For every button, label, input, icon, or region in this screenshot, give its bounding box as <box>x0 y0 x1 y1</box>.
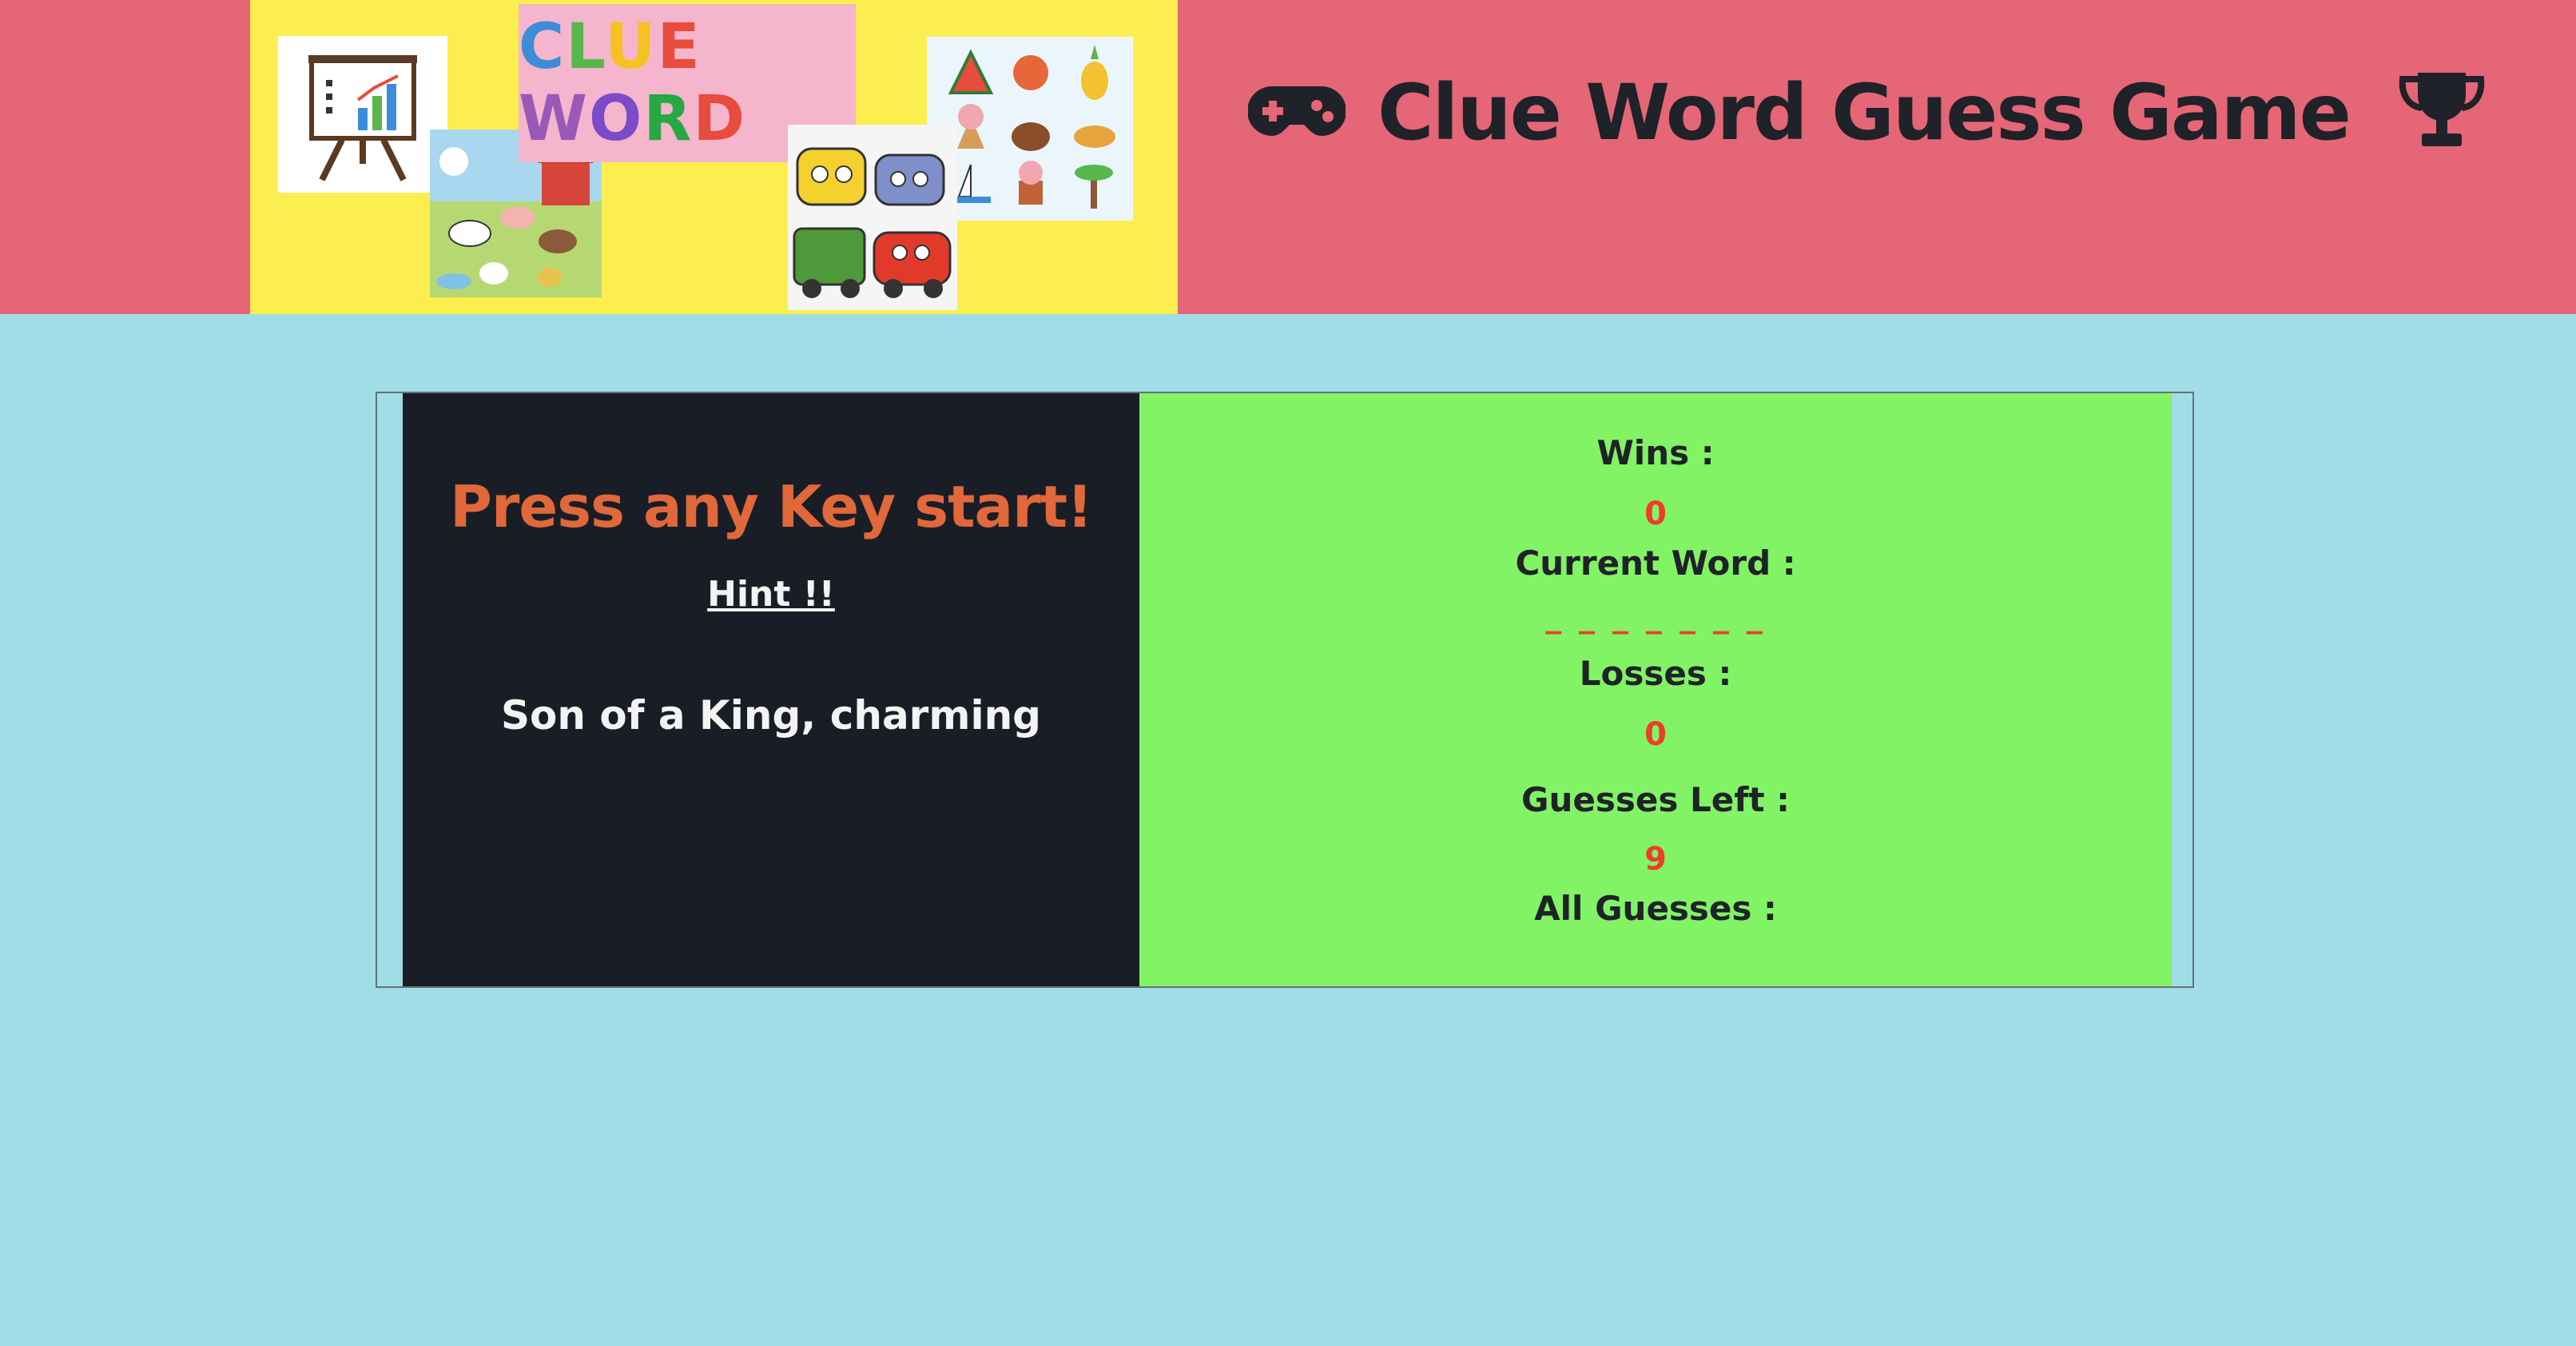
header: CLUE WORD Clue Word Guess Game <box>0 0 2576 314</box>
logo-letter: U <box>605 11 658 83</box>
wins-label: Wins : <box>1596 433 1715 472</box>
food-items-image <box>927 37 1133 221</box>
losses-label: Losses : <box>1579 654 1732 693</box>
logo-letter: D <box>693 83 747 155</box>
all-guesses-label: All Guesses : <box>1534 889 1777 928</box>
hint-text: Son of a King, charming <box>501 692 1041 739</box>
title-bar: Clue Word Guess Game <box>1247 61 2486 165</box>
guesses-left-value: 9 <box>1644 841 1667 878</box>
game-card: Press any Key start! Hint !! Son of a Ki… <box>376 392 2194 988</box>
logo-letter: R <box>643 83 694 155</box>
stats-panel: Wins : 0 Current Word : _ _ _ _ _ _ _ Lo… <box>1139 393 2172 986</box>
guesses-left-label: Guesses Left : <box>1521 780 1790 819</box>
losses-value: 0 <box>1644 716 1667 753</box>
cartoon-cars-image <box>788 125 957 310</box>
trophy-icon <box>2398 71 2486 154</box>
hint-label: Hint !! <box>707 574 835 615</box>
current-word-value: _ _ _ _ _ _ _ <box>1545 598 1766 635</box>
current-word-label: Current Word : <box>1515 544 1796 583</box>
logo-letter: C <box>519 11 566 83</box>
banner-collage: CLUE WORD <box>250 0 1178 314</box>
logo-letter: W <box>519 83 590 155</box>
game-prompt-panel: Press any Key start! Hint !! Son of a Ki… <box>403 393 1139 986</box>
wins-value: 0 <box>1644 496 1667 532</box>
logo-letter: E <box>657 11 702 83</box>
gamepad-icon <box>1247 83 1346 142</box>
page-title: Clue Word Guess Game <box>1377 68 2351 157</box>
logo-letter: O <box>589 83 644 155</box>
chart-board-image <box>278 36 447 193</box>
start-prompt: Press any Key start! <box>450 473 1093 540</box>
logo-letter: L <box>566 11 606 83</box>
